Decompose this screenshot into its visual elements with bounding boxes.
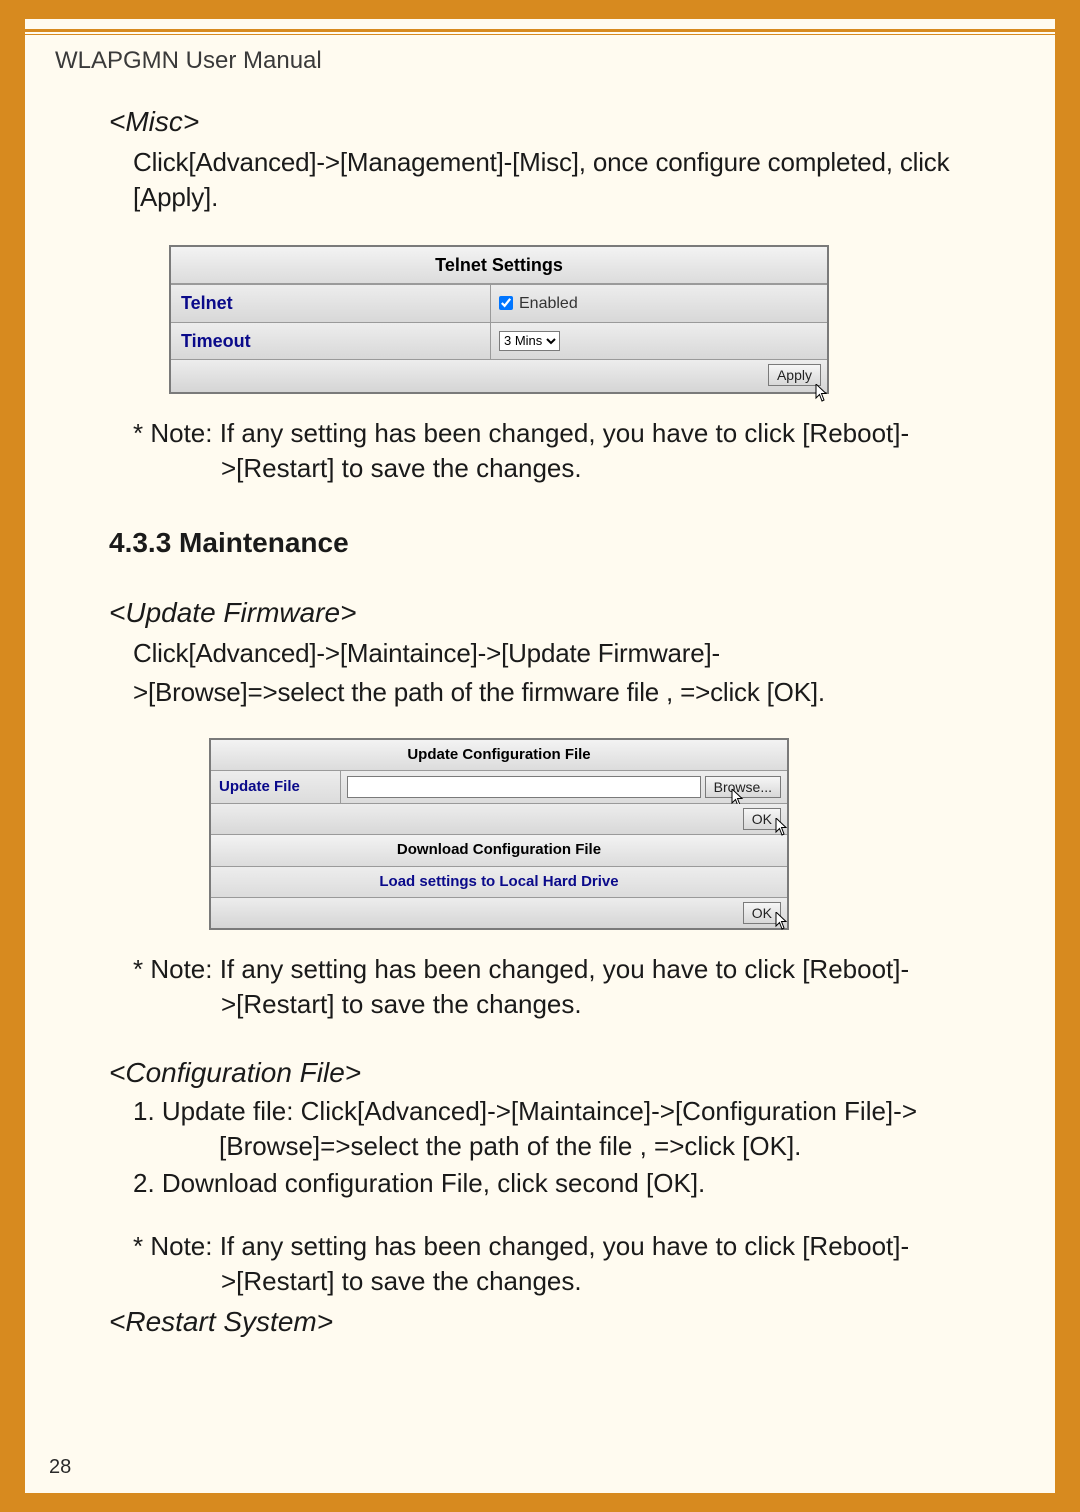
divider-top-thick (25, 29, 1055, 32)
telnet-row-timeout: Timeout 3 Mins (171, 322, 827, 359)
heading-restart-system: <Restart System> (109, 1303, 979, 1341)
telnet-value-cell: Enabled (491, 285, 827, 321)
browse-button[interactable]: Browse... (705, 776, 781, 798)
heading-maintenance: 4.3.3 Maintenance (109, 524, 979, 562)
download-link-row: Load settings to Local Hard Drive (211, 867, 787, 898)
config-file-panel: Update Configuration File Update File Br… (209, 738, 789, 930)
manual-page: WLAPGMN User Manual <Misc> Click[Advance… (24, 18, 1056, 1494)
telnet-panel-title: Telnet Settings (171, 247, 827, 284)
update-file-label: Update File (211, 771, 341, 803)
telnet-enabled-checkbox[interactable] (499, 296, 513, 310)
config-step-1: 1. Update file: Click[Advanced]->[Mainta… (133, 1094, 979, 1164)
update-file-row: Update File Browse... (211, 771, 787, 804)
timeout-select[interactable]: 3 Mins (499, 331, 560, 351)
ok-button-update[interactable]: OK (743, 808, 781, 830)
fw-note-l1: * Note: If any setting has been changed,… (133, 952, 979, 987)
running-header: WLAPGMN User Manual (55, 47, 322, 75)
telnet-enabled-label: Enabled (519, 293, 578, 315)
heading-config-file: <Configuration File> (109, 1054, 979, 1092)
cfg-note-l1: * Note: If any setting has been changed,… (133, 1229, 979, 1264)
heading-update-firmware: <Update Firmware> (109, 594, 979, 632)
download-config-title: Download Configuration File (211, 835, 787, 866)
timeout-label: Timeout (171, 323, 491, 359)
fw-note-l2: >[Restart] to save the changes. (221, 987, 979, 1022)
update-ok-row: OK (211, 804, 787, 835)
fw-body-l2: >[Browse]=>select the path of the firmwa… (133, 675, 979, 710)
telnet-settings-panel: Telnet Settings Telnet Enabled Timeout 3… (169, 245, 829, 394)
telnet-label: Telnet (171, 285, 491, 321)
page-content: <Misc> Click[Advanced]->[Management]-[Mi… (109, 93, 979, 1341)
heading-misc: <Misc> (109, 103, 979, 141)
page-number: 28 (49, 1456, 71, 1479)
divider-top-thin (25, 34, 1055, 35)
update-file-input[interactable] (347, 776, 701, 798)
cfg-note-l2: >[Restart] to save the changes. (221, 1264, 979, 1299)
telnet-actions-row: Apply (171, 359, 827, 392)
update-config-title: Update Configuration File (211, 740, 787, 771)
telnet-row-telnet: Telnet Enabled (171, 284, 827, 321)
timeout-value-cell: 3 Mins (491, 323, 827, 359)
misc-note-l1: * Note: If any setting has been changed,… (133, 416, 979, 451)
misc-body: Click[Advanced]->[Management]-[Misc], on… (133, 145, 979, 215)
apply-button[interactable]: Apply (768, 364, 821, 386)
config-step-2: 2. Download configuration File, click se… (133, 1166, 979, 1201)
update-file-field: Browse... (341, 771, 787, 803)
fw-body-l1: Click[Advanced]->[Maintaince]->[Update F… (133, 636, 979, 671)
ok-button-download[interactable]: OK (743, 902, 781, 924)
load-settings-link[interactable]: Load settings to Local Hard Drive (379, 873, 618, 890)
download-ok-row: OK (211, 898, 787, 928)
misc-note-l2: >[Restart] to save the changes. (221, 451, 979, 486)
